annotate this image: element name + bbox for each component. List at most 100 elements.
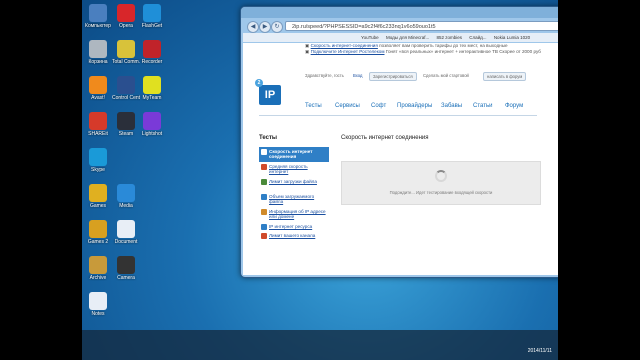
- desktop: Компьютер Opera FlashGet Корзина Total Comm.…: [82, 0, 558, 360]
- clock[interactable]: 2014/11/11: [528, 348, 552, 354]
- taskbar: 2014/11/11: [82, 330, 558, 360]
- site-logo[interactable]: 2 IP: [255, 79, 281, 105]
- app-icon: [143, 112, 161, 130]
- menu-divider: [259, 115, 537, 116]
- desktop-icon[interactable]: Games: [84, 184, 112, 209]
- browser-window[interactable]: – □ ✕ ◀ ▶ ↻ 2ip.ru/speed/?PHPSESSID=a9c2…: [240, 6, 558, 278]
- notice-link-1[interactable]: Скорость интернет-соединения: [311, 43, 378, 48]
- desktop-icon-label: Control Center: [112, 95, 140, 101]
- desktop-icon[interactable]: MyTeam: [138, 76, 166, 101]
- menu-forum[interactable]: Форум: [505, 103, 523, 109]
- desktop-icon[interactable]: Control Center: [112, 76, 140, 101]
- desktop-icon[interactable]: Steam: [112, 112, 140, 137]
- sidebar-item[interactable]: IP интернет ресурса: [259, 222, 329, 231]
- desktop-icon[interactable]: Media: [112, 184, 140, 209]
- logo-text: IP: [259, 85, 281, 105]
- sidebar-item-icon: [261, 178, 267, 185]
- sidebar-item[interactable]: Скорость интернет соединения: [259, 147, 329, 162]
- menu-tests[interactable]: Тесты: [305, 103, 322, 109]
- sidebar-item[interactable]: Объем загружаемого файла: [259, 192, 329, 207]
- notice-text-1: позволяет вам проверить тарифы до тех ме…: [379, 43, 508, 48]
- desktop-icon[interactable]: Archive: [84, 256, 112, 281]
- app-icon: [117, 220, 135, 238]
- bookmark-slides[interactable]: Слайд...: [469, 35, 486, 40]
- desktop-icon[interactable]: Компьютер: [84, 4, 112, 29]
- sidebar-title: Тесты: [259, 135, 278, 141]
- sidebar-item-icon: [261, 163, 267, 170]
- sidebar-item-label: Объем загружаемого файла: [269, 194, 315, 205]
- reload-button[interactable]: ↻: [271, 21, 283, 33]
- app-icon: [89, 40, 107, 58]
- desktop-icon-label: Opera: [119, 23, 133, 29]
- bookmark-minecraft-mods[interactable]: Моды для Minecraf...: [386, 35, 429, 40]
- address-bar[interactable]: 2ip.ru/speed/?PHPSESSID=a9c2f4f6c233nq1v…: [285, 21, 558, 31]
- sidebar-item-label: Лимит загрузки файла: [269, 178, 317, 184]
- login-link[interactable]: Вход: [353, 73, 362, 78]
- desktop-icon-label: Avast!: [91, 95, 105, 101]
- sidebar-item[interactable]: Лимит вашего канала: [259, 231, 329, 240]
- sidebar-item-label: Средняя скорость интернет: [269, 163, 308, 175]
- desktop-icon-label: Games 2: [87, 239, 109, 245]
- desktop-icon[interactable]: Notes: [84, 292, 112, 317]
- desktop-icon[interactable]: Total Comm.: [112, 40, 140, 65]
- sidebar-item[interactable]: Информация об IP адресе или домене: [259, 207, 329, 222]
- menu-soft[interactable]: Софт: [371, 103, 386, 109]
- register-button[interactable]: Зарегистрироваться: [369, 72, 417, 81]
- notice-text-2: Гонят «вся реальных» интернет + интеракт…: [385, 49, 541, 54]
- desktop-icon-label: Games: [89, 203, 107, 209]
- address-text: 2ip.ru/speed/?PHPSESSID=a9c2f4f6c233nq1v…: [292, 24, 436, 30]
- app-icon: [89, 220, 107, 238]
- sidebar-item-icon: [261, 223, 267, 230]
- bookmarks-bar: YouTube Моды для Minecraf... 852 zombies…: [243, 33, 558, 42]
- desktop-icon[interactable]: Document: [112, 220, 140, 245]
- forum-link[interactable]: написать в форум: [483, 72, 527, 81]
- sidebar-item-label: Скорость интернет соединения: [269, 149, 313, 160]
- menu-services[interactable]: Сервисы: [335, 103, 360, 109]
- sidebar-item[interactable]: Средняя скорость интернет: [259, 162, 329, 177]
- bookmark-youtube[interactable]: YouTube: [361, 35, 379, 40]
- top-links: Здравствуйте, гость Вход Зарегистрироват…: [305, 72, 535, 81]
- bookmark-zombies[interactable]: 852 zombies: [436, 35, 462, 40]
- desktop-icon[interactable]: Opera: [112, 4, 140, 29]
- desktop-icon-label: Camera: [117, 275, 135, 281]
- bookmark-nokia[interactable]: Nokia Lumia 1020: [494, 35, 530, 40]
- desktop-icon[interactable]: Recorder: [138, 40, 166, 65]
- set-homepage-link[interactable]: Сделать мой стартовой: [423, 73, 469, 78]
- app-icon: [89, 148, 107, 166]
- forward-button[interactable]: ▶: [259, 21, 271, 33]
- app-icon: [117, 40, 135, 58]
- menu-providers[interactable]: Провайдеры: [397, 103, 432, 109]
- menu-articles[interactable]: Статьи: [473, 103, 492, 109]
- sidebar-item[interactable]: Лимит загрузки файла: [259, 177, 329, 186]
- test-status: Подождите... Идет тестирование входящей …: [389, 190, 493, 195]
- desktop-icon[interactable]: FlashGet: [138, 4, 166, 29]
- back-button[interactable]: ◀: [247, 21, 259, 33]
- desktop-icon[interactable]: Lightshot: [138, 112, 166, 137]
- desktop-icon[interactable]: Avast!: [84, 76, 112, 101]
- sidebar-item-label: IP интернет ресурса: [269, 223, 313, 229]
- logo-badge: 2: [255, 79, 263, 87]
- desktop-icon-label: Steam: [118, 131, 134, 137]
- desktop-icon[interactable]: Camera: [112, 256, 140, 281]
- desktop-icon-label: Компьютер: [85, 23, 111, 29]
- desktop-icon[interactable]: Skype: [84, 148, 112, 173]
- desktop-icon[interactable]: SHAREit: [84, 112, 112, 137]
- sidebar-item-icon: [261, 194, 267, 201]
- app-icon: [89, 292, 107, 310]
- tab-bar[interactable]: [241, 7, 558, 18]
- desktop-icon[interactable]: Корзина: [84, 40, 112, 65]
- app-icon: [143, 76, 161, 94]
- notice-link-2[interactable]: Подключите Интернет Ростелеком: [311, 49, 385, 54]
- desktop-icon-label: Skype: [91, 167, 105, 173]
- app-icon: [89, 256, 107, 274]
- sidebar-item-label: Лимит вашего канала: [269, 233, 316, 239]
- sidebar: Скорость интернет соединения Средняя скор…: [259, 147, 329, 240]
- menu-fun[interactable]: Забавы: [441, 103, 462, 109]
- desktop-icon-label: Media: [119, 203, 133, 209]
- app-icon: [89, 4, 107, 22]
- app-icon: [117, 256, 135, 274]
- desktop-icon[interactable]: Games 2: [84, 220, 112, 245]
- loading-spinner-icon: [435, 170, 447, 182]
- greeting: Здравствуйте, гость: [305, 73, 344, 78]
- desktop-icon-label: SHAREit: [88, 131, 108, 137]
